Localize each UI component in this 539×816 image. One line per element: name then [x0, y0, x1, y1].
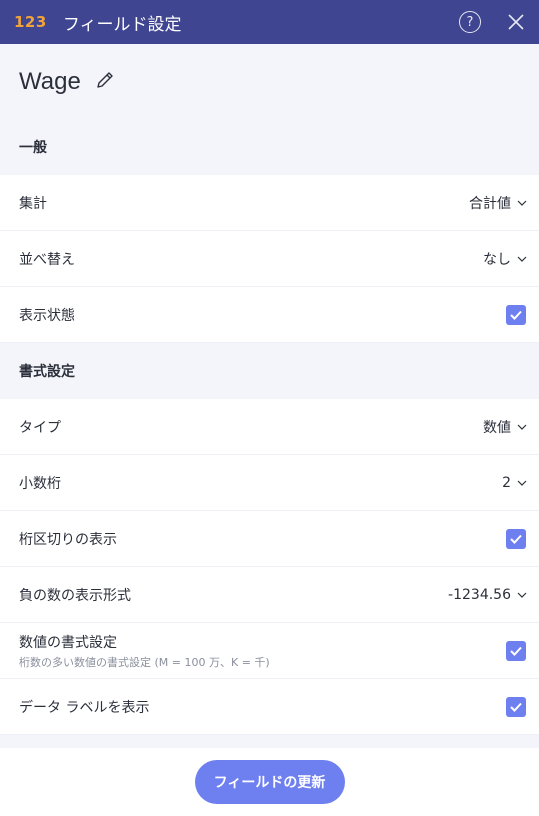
aggregation-dropdown[interactable]: 合計値: [469, 193, 527, 213]
negative-format-row[interactable]: 負の数の表示形式 -1234.56: [0, 567, 539, 623]
thousands-separator-label: 桁区切りの表示: [19, 531, 117, 548]
chevron-down-icon: [517, 422, 527, 432]
section-format: 書式設定: [0, 343, 539, 399]
field-name-row: Wage: [0, 44, 539, 119]
dialog-title: フィールド設定: [62, 14, 182, 35]
chevron-down-icon: [517, 478, 527, 488]
chevron-down-icon: [517, 198, 527, 208]
decimals-dropdown[interactable]: 2: [502, 475, 527, 491]
number-format-sublabel: 桁数の多い数値の書式設定 (M = 100 万、K = 千): [19, 655, 270, 669]
data-labels-row: データ ラベルを表示: [0, 679, 539, 735]
negative-format-dropdown[interactable]: -1234.56: [448, 587, 527, 603]
dialog-header: 123 フィールド設定 ?: [0, 0, 539, 44]
data-labels-checkbox[interactable]: [506, 696, 526, 717]
chevron-down-icon: [517, 254, 527, 264]
data-labels-label: データ ラベルを表示: [19, 699, 150, 716]
section-general: 一般: [0, 119, 539, 175]
number-format-checkbox[interactable]: [506, 640, 526, 661]
aggregation-label: 集計: [19, 195, 47, 212]
decimals-row[interactable]: 小数桁 2: [0, 455, 539, 511]
number-format-label-group: 数値の書式設定 桁数の多い数値の書式設定 (M = 100 万、K = 千): [19, 632, 506, 670]
visibility-label: 表示状態: [19, 307, 75, 324]
visibility-row: 表示状態: [0, 287, 539, 343]
type-dropdown[interactable]: 数値: [483, 417, 527, 437]
dialog-footer: フィールドの更新: [0, 748, 539, 816]
chevron-down-icon: [517, 590, 527, 600]
aggregation-value: 合計値: [469, 195, 511, 212]
thousands-separator-checkbox[interactable]: [506, 528, 526, 549]
aggregation-row[interactable]: 集計 合計値: [0, 175, 539, 231]
sort-value: なし: [483, 251, 511, 268]
numeric-type-icon: 123: [14, 13, 47, 31]
decimals-value: 2: [502, 474, 511, 491]
sort-dropdown[interactable]: なし: [483, 249, 527, 269]
thousands-separator-row: 桁区切りの表示: [0, 511, 539, 567]
help-circle-icon[interactable]: ?: [459, 11, 481, 33]
field-name: Wage: [19, 67, 81, 95]
negative-format-label: 負の数の表示形式: [19, 587, 131, 604]
number-format-label: 数値の書式設定: [19, 634, 117, 651]
negative-format-value: -1234.56: [448, 586, 511, 603]
type-value: 数値: [483, 419, 511, 436]
pencil-icon[interactable]: [95, 70, 115, 94]
sort-label: 並べ替え: [19, 251, 75, 268]
decimals-label: 小数桁: [19, 475, 61, 492]
close-icon[interactable]: [507, 13, 525, 31]
number-format-row: 数値の書式設定 桁数の多い数値の書式設定 (M = 100 万、K = 千): [0, 623, 539, 679]
type-row[interactable]: タイプ 数値: [0, 399, 539, 455]
visibility-checkbox[interactable]: [506, 304, 526, 325]
update-field-button[interactable]: フィールドの更新: [194, 760, 345, 804]
sort-row[interactable]: 並べ替え なし: [0, 231, 539, 287]
type-label: タイプ: [19, 419, 61, 436]
